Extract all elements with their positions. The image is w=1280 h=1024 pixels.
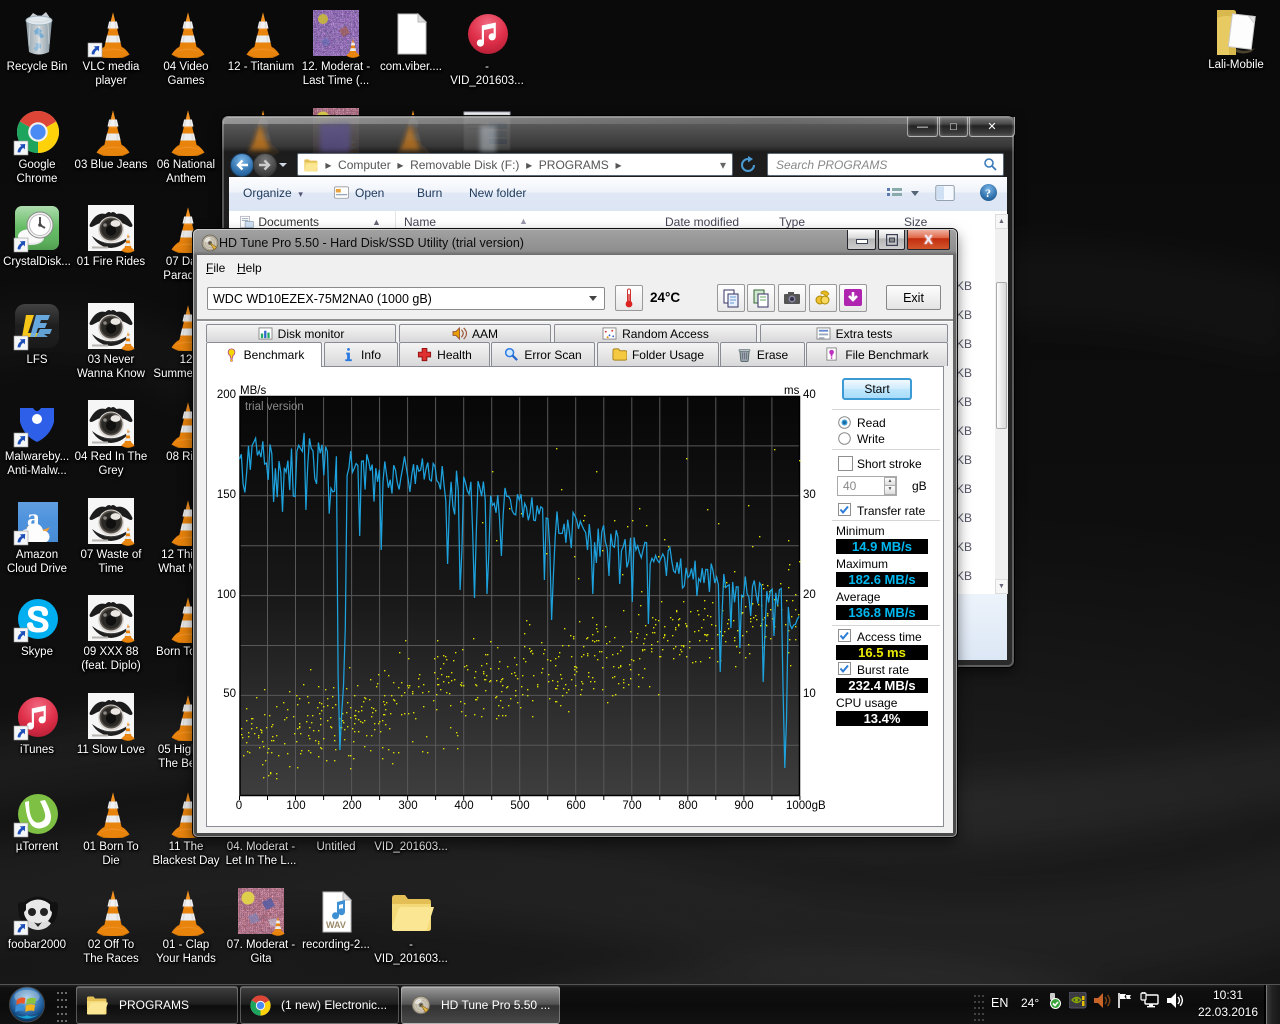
svg-text:trial version: trial version [245,401,304,413]
svg-text:?: ? [985,186,991,200]
